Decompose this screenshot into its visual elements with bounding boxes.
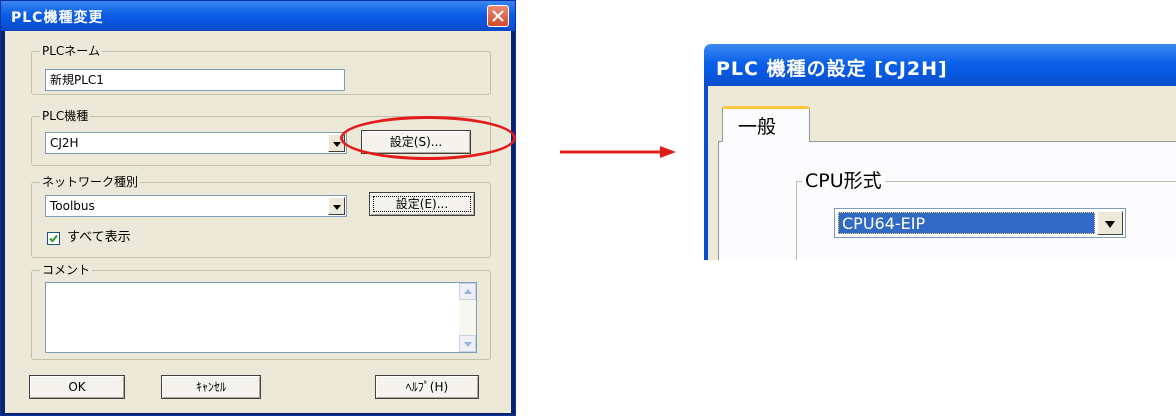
plc-model-group-label: PLC機種: [40, 108, 91, 124]
checkmark-icon: [49, 234, 58, 243]
network-type-group-label: ネットワーク種別: [40, 174, 141, 190]
settings-dialog-body: 一般 CPU形式 CPU64-EIP: [708, 86, 1176, 260]
plc-model-selected: CJ2H: [50, 136, 79, 150]
cpu-type-select[interactable]: CPU64-EIP: [834, 208, 1126, 238]
comment-group-label: コメント: [40, 262, 93, 278]
network-settings-button[interactable]: 設定(E)...: [369, 192, 475, 216]
settings-dialog-title-bar[interactable]: PLC 機種の設定 [CJ2H]: [704, 44, 1176, 86]
chevron-down-icon[interactable]: [1097, 211, 1123, 235]
settings-dialog-title: PLC 機種の設定 [CJ2H]: [716, 58, 948, 80]
network-type-select[interactable]: Toolbus: [45, 195, 347, 217]
settings-dialog-frame: 一般 CPU形式 CPU64-EIP: [704, 86, 1176, 260]
highlight-ellipse: [340, 116, 516, 160]
dialog-body: PLCネーム 新規PLC1 PLC機種 CJ2H 設定(S)... ネットワーク…: [5, 31, 511, 413]
close-button[interactable]: [487, 5, 509, 27]
tab-general[interactable]: 一般: [722, 106, 810, 142]
plc-model-settings-dialog: PLC 機種の設定 [CJ2H] 一般 CPU形式 CPU64-EIP: [704, 44, 1176, 260]
scroll-up-button[interactable]: [459, 283, 476, 300]
plc-model-select[interactable]: CJ2H: [45, 132, 347, 154]
comment-textarea[interactable]: [45, 282, 477, 353]
network-type-selected: Toolbus: [50, 199, 95, 213]
comment-scrollbar[interactable]: [459, 283, 476, 352]
dialog-title-bar[interactable]: PLC機種変更: [1, 1, 515, 31]
arrow-right-icon: [560, 146, 676, 158]
show-all-checkbox[interactable]: [47, 232, 60, 245]
tab-general-label: 一般: [738, 116, 777, 138]
scroll-down-button[interactable]: [459, 335, 476, 352]
plc-model-change-dialog: PLC機種変更 PLCネーム 新規PLC1 PLC機種 CJ2H 設定(S)..…: [0, 0, 516, 416]
plc-name-group-label: PLCネーム: [40, 43, 102, 59]
ok-button[interactable]: OK: [29, 375, 125, 399]
cpu-type-group-label: CPU形式: [802, 170, 885, 192]
dialog-title: PLC機種変更: [11, 10, 104, 26]
cpu-type-selected: CPU64-EIP: [838, 212, 1095, 234]
chevron-down-icon[interactable]: [328, 197, 345, 215]
cancel-button[interactable]: ｷｬﾝｾﾙ: [161, 375, 261, 399]
show-all-label: すべて表示: [67, 230, 131, 245]
plc-name-input[interactable]: 新規PLC1: [45, 69, 345, 91]
help-button[interactable]: ﾍﾙﾌﾟ(H): [375, 375, 479, 399]
close-icon: [492, 10, 504, 22]
